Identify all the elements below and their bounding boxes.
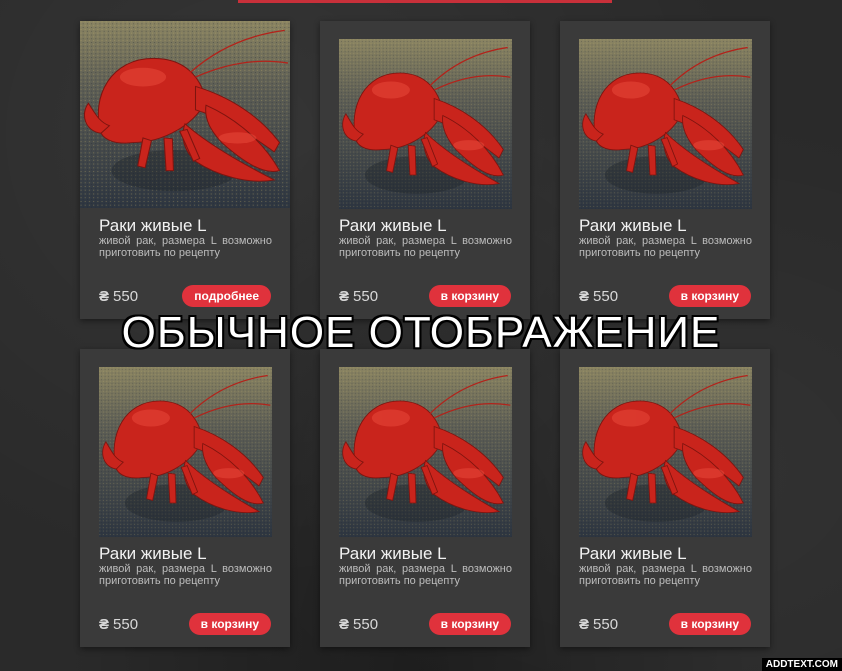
product-description: живой рак, размера L возможно приготовит… (579, 563, 752, 587)
product-price: ₴ 550 (579, 288, 618, 305)
price-value: 550 (113, 616, 139, 633)
product-price: ₴ 550 (339, 288, 378, 305)
currency-symbol: ₴ (339, 288, 350, 305)
product-description: живой рак, размера L возможно приготовит… (99, 235, 272, 259)
add-to-cart-button[interactable]: в корзину (428, 613, 511, 635)
top-accent-strip (238, 0, 612, 3)
add-to-cart-button[interactable]: в корзину (428, 285, 511, 307)
price-value: 550 (353, 616, 379, 633)
product-title[interactable]: Раки живые L (579, 216, 687, 236)
product-image[interactable] (579, 39, 752, 209)
product-card[interactable]: Раки живые L живой рак, размера L возмож… (320, 21, 530, 319)
currency-symbol: ₴ (579, 616, 590, 633)
currency-symbol: ₴ (579, 288, 590, 305)
details-button[interactable]: подробнее (182, 285, 271, 307)
product-price: ₴ 550 (99, 616, 138, 633)
product-image[interactable] (99, 367, 272, 537)
product-title[interactable]: Раки живые L (339, 544, 447, 564)
price-value: 550 (593, 288, 619, 305)
product-title[interactable]: Раки живые L (339, 216, 447, 236)
product-price: ₴ 550 (579, 616, 618, 633)
product-title[interactable]: Раки живые L (99, 544, 207, 564)
product-card[interactable]: Раки живые L живой рак, размера L возмож… (560, 349, 770, 647)
product-card[interactable]: Раки живые L живой рак, размера L возмож… (320, 349, 530, 647)
product-price: ₴ 550 (339, 616, 378, 633)
add-to-cart-button[interactable]: в корзину (668, 613, 751, 635)
product-description: живой рак, размера L возможно приготовит… (339, 235, 512, 259)
price-value: 550 (353, 288, 379, 305)
watermark: ADDTEXT.COM (761, 658, 842, 671)
currency-symbol: ₴ (99, 288, 110, 305)
add-to-cart-button[interactable]: в корзину (668, 285, 751, 307)
price-value: 550 (113, 288, 139, 305)
price-value: 550 (593, 616, 619, 633)
product-card[interactable]: Раки живые L живой рак, размера L возмож… (80, 349, 290, 647)
product-description: живой рак, размера L возможно приготовит… (339, 563, 512, 587)
product-description: живой рак, размера L возможно приготовит… (579, 235, 752, 259)
product-image[interactable] (579, 367, 752, 537)
product-price: ₴ 550 (99, 288, 138, 305)
overlay-caption: ОБЫЧНОЕ ОТОБРАЖЕНИЕ (121, 308, 721, 357)
add-to-cart-button[interactable]: в корзину (188, 613, 271, 635)
product-title[interactable]: Раки живые L (99, 216, 207, 236)
currency-symbol: ₴ (99, 616, 110, 633)
product-image[interactable] (339, 39, 512, 209)
product-title[interactable]: Раки живые L (579, 544, 687, 564)
product-image[interactable] (339, 367, 512, 537)
product-image[interactable] (80, 21, 290, 208)
product-description: живой рак, размера L возможно приготовит… (99, 563, 272, 587)
product-card[interactable]: Раки живые L живой рак, размера L возмож… (560, 21, 770, 319)
product-card[interactable]: Раки живые L живой рак, размера L возмож… (80, 21, 290, 319)
currency-symbol: ₴ (339, 616, 350, 633)
